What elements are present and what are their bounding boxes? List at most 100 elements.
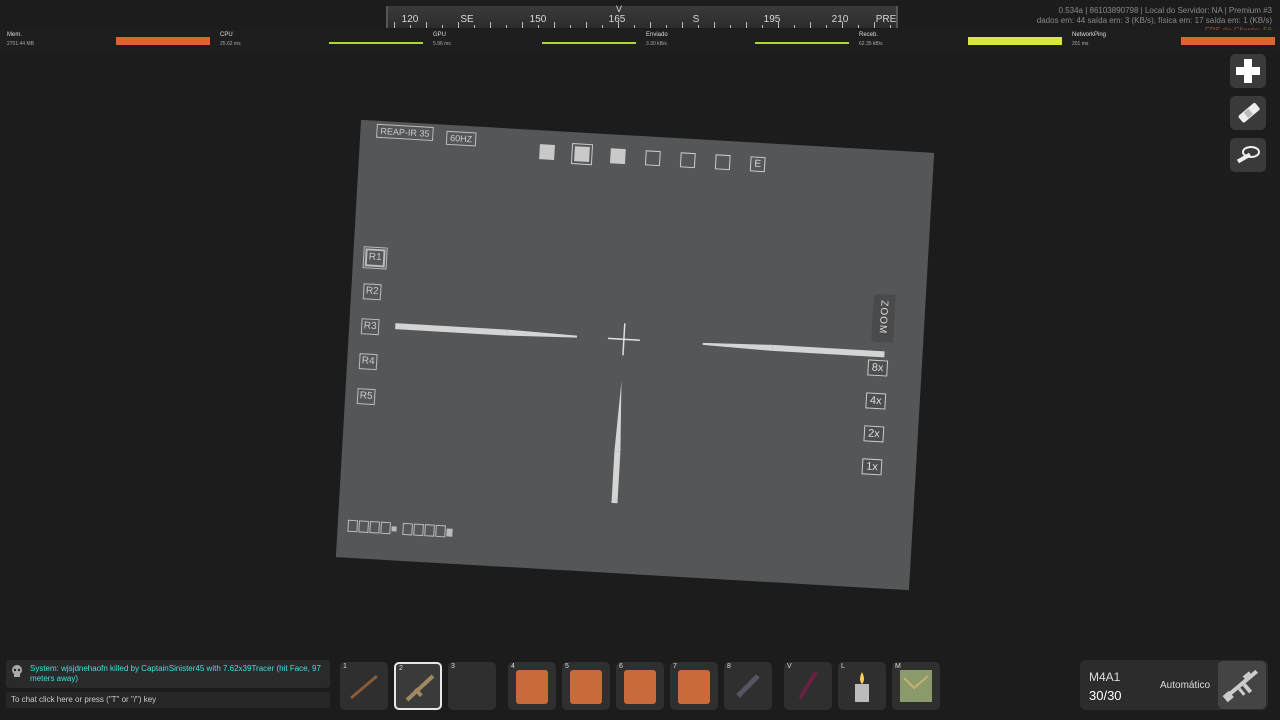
compass-tick xyxy=(666,25,667,28)
map-icon xyxy=(900,670,932,702)
compass-tick xyxy=(890,25,891,28)
hotbar-slot-6[interactable]: 6 xyxy=(616,662,664,710)
compass-tick xyxy=(730,25,731,28)
hotbar-slot-key: L xyxy=(841,663,845,670)
scope-mode-button-5[interactable] xyxy=(679,152,696,169)
hotbar-slot-key: V xyxy=(787,663,792,670)
compass-tick xyxy=(826,25,827,28)
compass-tick xyxy=(858,25,859,28)
hotbar-slot-2[interactable]: 2 xyxy=(394,662,442,710)
stat-networkping: NetworkPing 201 ms xyxy=(1065,32,1275,50)
hotbar-item xyxy=(846,668,878,704)
hotbar-item xyxy=(732,668,764,704)
compass-tick xyxy=(778,22,779,28)
compass-tick xyxy=(426,22,427,28)
compass-tick xyxy=(794,25,795,28)
chat-log: System: wjsjdnehaofn killed by CaptainSi… xyxy=(6,660,330,688)
compass-tick xyxy=(458,22,459,28)
bag-icon xyxy=(678,670,710,704)
compass-tick xyxy=(618,22,619,28)
stat-value: 5.96 ms xyxy=(433,41,451,47)
hotbar-item xyxy=(404,670,436,706)
compass-tick xyxy=(634,25,635,28)
hotbar-slot-key: 4 xyxy=(511,663,515,670)
reticle-right-post xyxy=(702,342,885,358)
hotbar-slot-key: 2 xyxy=(399,665,403,672)
weapon-icon xyxy=(1218,661,1266,709)
hotbar-item xyxy=(678,668,710,704)
hotbar-slot-4[interactable]: 4 xyxy=(508,662,556,710)
compass-bar: V 120 SE 150 165 S 195 210 PRE xyxy=(386,4,898,28)
hotbar-item xyxy=(624,668,656,704)
compass-tick xyxy=(442,25,443,28)
scope-mode-button-6[interactable] xyxy=(714,154,731,171)
compass-tick xyxy=(410,25,411,28)
scope-mode-button-3[interactable] xyxy=(609,148,626,165)
thermal-scope-screen: REAP-IR 35 60HZ R1 R2 R3 R4 R5 ZOOM 8x 4… xyxy=(335,119,935,591)
compass-tick xyxy=(810,22,811,28)
scope-mode-button-4[interactable] xyxy=(644,150,661,167)
tourniquet-button[interactable] xyxy=(1230,138,1266,172)
stat-graph xyxy=(116,37,210,45)
reticle-left-post xyxy=(395,323,578,338)
bandage-button[interactable] xyxy=(1230,96,1266,130)
stat-name: NetworkPing xyxy=(1072,32,1107,38)
heal-button[interactable] xyxy=(1230,54,1266,88)
weapon-name: M4A1 xyxy=(1089,670,1121,684)
hotbar-slot-v[interactable]: V xyxy=(784,662,832,710)
hotbar-slot-key: 7 xyxy=(673,663,677,670)
center-crosshair xyxy=(607,323,640,356)
scope-mode-button-1[interactable] xyxy=(539,144,555,161)
compass-tick xyxy=(506,25,507,28)
compass-label: 120 xyxy=(401,14,419,25)
hotbar-slot-m[interactable]: M xyxy=(892,662,940,710)
chat-message: System: wjsjdnehaofn killed by CaptainSi… xyxy=(30,664,321,683)
hotbar-slot-key: 8 xyxy=(727,663,731,670)
tourniquet-icon xyxy=(1236,146,1260,164)
scope-mode-button-7[interactable]: E xyxy=(749,156,766,173)
compass-tick xyxy=(602,25,603,28)
stat-receb: Receb. 62.35 kB/s xyxy=(852,32,1062,50)
rifle-icon xyxy=(405,674,435,702)
compass-tick xyxy=(650,22,651,28)
compass-tick xyxy=(842,22,843,28)
hotbar-slot-7[interactable]: 7 xyxy=(670,662,718,710)
compass-tick xyxy=(762,25,763,28)
compass-tick xyxy=(570,25,571,28)
weapon-panel: M4A1 30/30 Automático xyxy=(1080,660,1268,710)
compass-label: PRE xyxy=(875,14,897,25)
stat-graph xyxy=(1181,37,1275,45)
compass-label: 165 xyxy=(608,14,626,25)
hotbar-slot-key: 6 xyxy=(619,663,623,670)
hotbar-item xyxy=(348,668,380,704)
compass-label: SE xyxy=(460,14,474,25)
hotbar-slot-8[interactable]: 8 xyxy=(724,662,772,710)
hotbar-item xyxy=(570,668,602,704)
hotbar-slot-5[interactable]: 5 xyxy=(562,662,610,710)
stat-name: Mem. xyxy=(7,32,22,38)
lighter-icon xyxy=(855,672,869,702)
fire-mode: Automático xyxy=(1160,680,1211,691)
compass-label: 150 xyxy=(529,14,547,25)
compass-tick xyxy=(698,25,699,28)
hotbar-slot-3[interactable]: 3 xyxy=(448,662,496,710)
stat-graph xyxy=(755,42,849,44)
hotbar-slot-1[interactable]: 1 xyxy=(340,662,388,710)
stat-name: Enviado xyxy=(646,32,668,38)
heading-marker: V xyxy=(616,4,623,14)
hotbar-item xyxy=(900,668,932,704)
performance-stats-bar: Mem. 2701.44 MB CPU 25.62 ms GPU 5.96 ms Envia… xyxy=(0,30,1280,50)
scope-mode-button-2[interactable] xyxy=(570,143,594,166)
stat-name: GPU xyxy=(433,32,447,38)
stat-value: 25.62 ms xyxy=(220,41,241,47)
bag-icon xyxy=(570,670,602,704)
chat-input[interactable]: To chat click here or press ("T" or "/")… xyxy=(6,692,330,708)
hotbar-slot-l[interactable]: L xyxy=(838,662,886,710)
compass-tick xyxy=(554,22,555,28)
stat-mem: Mem. 2701.44 MB xyxy=(0,32,210,50)
hotbar-slot-key: 5 xyxy=(565,663,569,670)
stat-value: 3.30 kB/s xyxy=(646,41,667,47)
stat-graph xyxy=(968,37,1062,45)
compass-label: 210 xyxy=(831,14,849,25)
server-info-line-1: 0.534a | 86103890798 | Local do Servidor… xyxy=(1058,6,1272,15)
